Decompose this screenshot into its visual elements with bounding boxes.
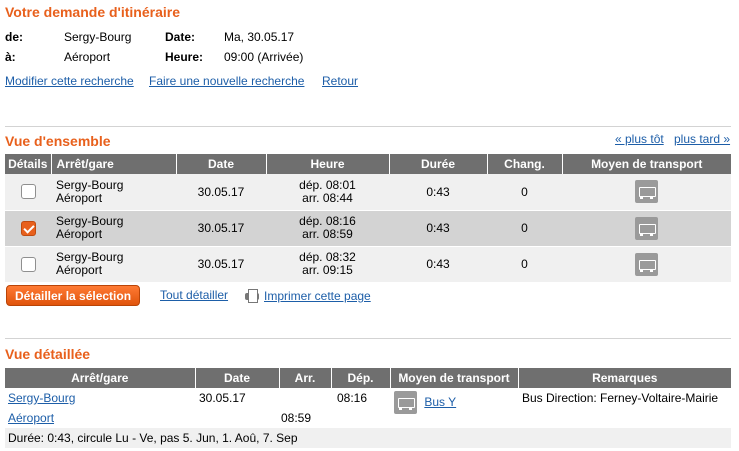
detail-all-link[interactable]: Tout détailler bbox=[160, 288, 228, 302]
row-arr: arr. 09:15 bbox=[302, 263, 353, 277]
to-value: Aéroport bbox=[64, 50, 111, 64]
divider bbox=[5, 126, 731, 127]
row-date: 30.05.17 bbox=[176, 174, 266, 211]
bus-icon bbox=[635, 180, 658, 204]
row-duration: 0:43 bbox=[389, 210, 487, 247]
row-checkbox[interactable] bbox=[20, 256, 36, 272]
row-duration: 0:43 bbox=[389, 174, 487, 211]
date-value: Ma, 30.05.17 bbox=[224, 30, 295, 44]
col-transport: Moyen de transport bbox=[562, 154, 731, 174]
detail-footer-row: Durée: 0:43, circule Lu - Ve, pas 5. Jun… bbox=[5, 428, 731, 448]
row-date: 30.05.17 bbox=[176, 246, 266, 283]
modify-search-link[interactable]: Modifier cette recherche bbox=[5, 74, 134, 88]
overview-header-row: Détails Arrêt/gare Date Heure Durée Chan… bbox=[5, 154, 731, 174]
request-title: Votre demande d'itinéraire bbox=[5, 4, 181, 20]
divider bbox=[5, 338, 731, 339]
detailed-table: Arrêt/gare Date Arr. Dép. Moyen de trans… bbox=[5, 368, 731, 448]
detail-remarks: Bus Direction: Ferney-Voltaire-Mairie bbox=[522, 391, 719, 405]
from-stop-link[interactable]: Sergy-Bourg bbox=[8, 391, 75, 405]
detail-date: 30.05.17 bbox=[199, 391, 246, 405]
detail-arr: 08:59 bbox=[281, 411, 312, 425]
bus-icon bbox=[635, 252, 658, 276]
row-to: Aéroport bbox=[56, 190, 103, 205]
row-arr: arr. 08:44 bbox=[302, 190, 353, 205]
col-date: Date bbox=[176, 154, 267, 174]
col-stop: Arrêt/gare bbox=[5, 368, 196, 388]
row-duration: 0:43 bbox=[389, 246, 487, 283]
time-value: 09:00 (Arrivée) bbox=[224, 50, 304, 64]
col-arr: Arr. bbox=[279, 368, 332, 388]
row-changes: 0 bbox=[487, 174, 562, 211]
earlier-link[interactable]: « plus tôt bbox=[615, 132, 664, 146]
to-label: à: bbox=[5, 50, 16, 64]
row-date: 30.05.17 bbox=[176, 210, 266, 247]
col-transport: Moyen de transport bbox=[390, 368, 519, 388]
col-time: Heure bbox=[266, 154, 390, 174]
row-to: Aéroport bbox=[56, 227, 103, 241]
bus-icon bbox=[635, 216, 658, 240]
overview-title: Vue d'ensemble bbox=[5, 133, 111, 149]
date-label: Date: bbox=[165, 30, 196, 44]
later-link[interactable]: plus tard » bbox=[674, 132, 730, 146]
detailed-title: Vue détaillée bbox=[5, 346, 91, 362]
row-from: Sergy-Bourg bbox=[56, 177, 124, 192]
row-checkbox[interactable] bbox=[20, 220, 36, 236]
row-to: Aéroport bbox=[56, 263, 103, 277]
printer-icon[interactable] bbox=[244, 288, 260, 304]
col-date: Date bbox=[195, 368, 280, 388]
row-dep: dép. 08:01 bbox=[299, 177, 356, 192]
row-changes: 0 bbox=[487, 246, 562, 283]
table-row: Sergy-Bourg 30.05.17 08:16 Bus Y Bus Dir… bbox=[5, 388, 731, 414]
bus-icon bbox=[394, 391, 417, 414]
row-checkbox[interactable] bbox=[20, 184, 36, 200]
row-changes: 0 bbox=[487, 210, 562, 247]
col-changes: Chang. bbox=[487, 154, 563, 174]
detail-selection-button[interactable]: Détailler la sélection bbox=[6, 285, 141, 306]
from-label: de: bbox=[5, 30, 23, 44]
table-row[interactable]: Sergy-Bourg Aéroport 30.05.17 dép. 08:32… bbox=[5, 246, 731, 283]
overview-table: Détails Arrêt/gare Date Heure Durée Chan… bbox=[5, 154, 731, 283]
col-dep: Dép. bbox=[331, 368, 391, 388]
col-duration: Durée bbox=[389, 154, 488, 174]
new-search-link[interactable]: Faire une nouvelle recherche bbox=[149, 74, 304, 88]
col-stop: Arrêt/gare bbox=[51, 154, 177, 174]
from-value: Sergy-Bourg bbox=[64, 30, 132, 44]
detailed-header-row: Arrêt/gare Date Arr. Dép. Moyen de trans… bbox=[5, 368, 731, 388]
col-remarks: Remarques bbox=[518, 368, 731, 388]
to-stop-link[interactable]: Aéroport bbox=[8, 411, 54, 425]
detail-footer: Durée: 0:43, circule Lu - Ve, pas 5. Jun… bbox=[5, 428, 731, 448]
col-details: Détails bbox=[5, 154, 52, 174]
time-label: Heure: bbox=[165, 50, 204, 64]
bus-line-link[interactable]: Bus Y bbox=[424, 395, 456, 409]
row-arr: arr. 08:59 bbox=[302, 227, 353, 241]
detail-dep: 08:16 bbox=[337, 391, 368, 405]
table-row[interactable]: Sergy-Bourg Aéroport 30.05.17 dép. 08:16… bbox=[5, 210, 731, 247]
print-link[interactable]: Imprimer cette page bbox=[264, 289, 371, 303]
table-row[interactable]: Sergy-Bourg Aéroport 30.05.17 dép. 08:01… bbox=[5, 174, 731, 211]
back-link[interactable]: Retour bbox=[322, 74, 358, 88]
